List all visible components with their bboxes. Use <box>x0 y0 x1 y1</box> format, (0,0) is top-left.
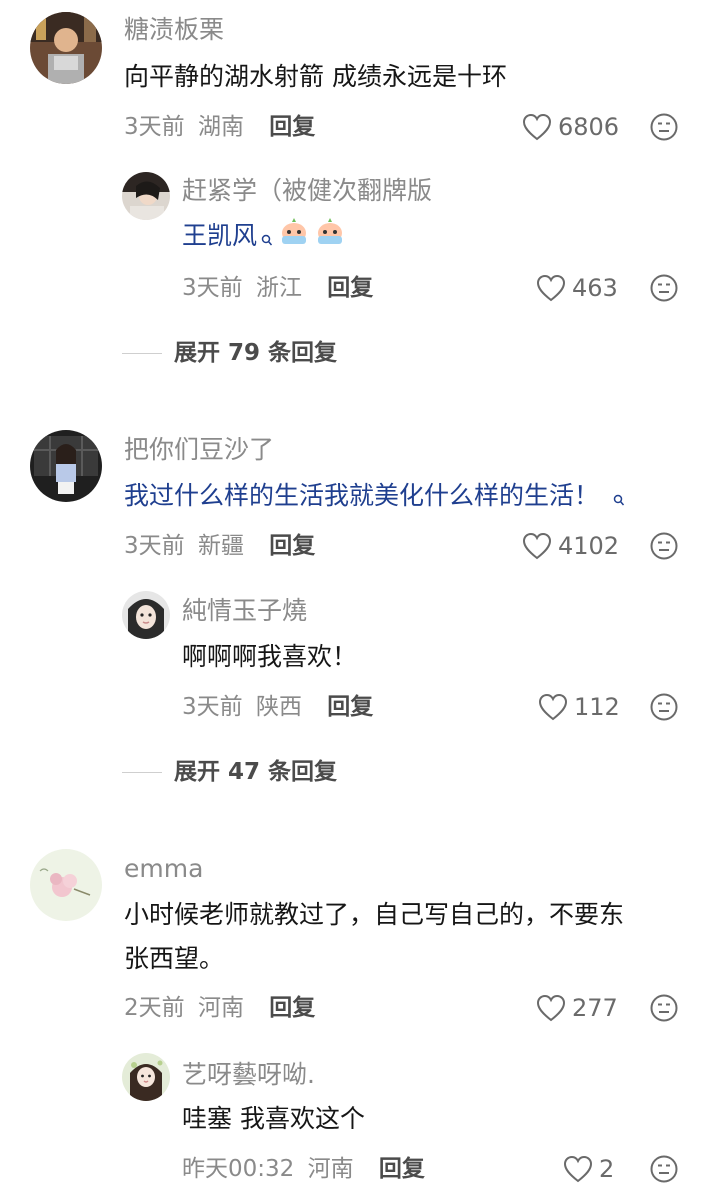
comment-meta: 3天前 湖南 回复 <box>124 110 315 144</box>
like-count: 112 <box>574 693 620 721</box>
like-count: 6806 <box>558 113 620 141</box>
heart-icon <box>522 532 552 560</box>
reply-button[interactable]: 回复 <box>269 995 315 1021</box>
like-button[interactable]: 277 <box>536 991 618 1025</box>
reply-button[interactable]: 回复 <box>269 114 315 140</box>
heart-icon <box>522 113 552 141</box>
dislike-face-icon <box>650 274 678 302</box>
dislike-face-icon <box>650 113 678 141</box>
reply-button[interactable]: 回复 <box>379 1156 425 1182</box>
dislike-button[interactable] <box>649 531 679 561</box>
like-count: 277 <box>572 994 618 1022</box>
expand-replies-button[interactable]: 展开 47 条回复 <box>122 755 337 789</box>
reply-username[interactable]: 純情玉子燒 <box>182 594 307 628</box>
like-count: 463 <box>572 274 618 302</box>
avatar-image <box>30 849 102 921</box>
reply-text: 王凯风 <box>182 215 345 261</box>
comment-username[interactable]: 把你们豆沙了 <box>124 433 274 467</box>
avatar-image <box>30 12 102 84</box>
avatar-image <box>122 591 170 639</box>
reply-meta: 昨天00:32 河南 回复 <box>182 1152 425 1186</box>
like-count: 4102 <box>558 532 620 560</box>
reply-time: 昨天00:32 <box>182 1156 295 1182</box>
reply-time: 3天前 <box>182 694 243 720</box>
reply-meta: 3天前 陕西 回复 <box>182 690 373 724</box>
reply-button[interactable]: 回复 <box>327 275 373 301</box>
comment-location: 新疆 <box>197 533 244 559</box>
reply-meta: 3天前 浙江 回复 <box>182 271 373 305</box>
comment-meta: 2天前 河南 回复 <box>124 991 315 1025</box>
comment-username[interactable]: emma <box>124 852 203 886</box>
reply-location: 陕西 <box>255 694 302 720</box>
comment-text-line: 张西望。 <box>124 944 225 973</box>
like-button[interactable]: 6806 <box>522 110 619 144</box>
comment-time: 3天前 <box>124 114 185 140</box>
reply-button[interactable]: 回复 <box>269 533 315 559</box>
reply-location: 浙江 <box>255 275 302 301</box>
avatar[interactable] <box>30 12 102 84</box>
search-icon <box>261 219 273 261</box>
search-icon <box>613 479 625 521</box>
reply-time: 3天前 <box>182 275 243 301</box>
crying-emoji-icon <box>315 216 345 259</box>
reply-avatar[interactable] <box>122 1053 170 1101</box>
dislike-face-icon <box>650 532 678 560</box>
avatar[interactable] <box>30 430 102 502</box>
dislike-button[interactable] <box>649 993 679 1023</box>
heart-icon <box>563 1155 593 1183</box>
like-button[interactable]: 2 <box>563 1152 614 1186</box>
reply-text: 哇塞 我喜欢这个 <box>182 1104 365 1133</box>
reply-location: 河南 <box>307 1156 354 1182</box>
heart-icon <box>538 693 568 721</box>
like-count: 2 <box>599 1155 615 1183</box>
comment-text-line: 小时候老师就教过了，自己写自己的，不要东 <box>124 900 625 929</box>
comment-location: 河南 <box>197 995 244 1021</box>
dislike-face-icon <box>650 693 678 721</box>
like-button[interactable]: 4102 <box>522 529 619 563</box>
comment-text: 向平静的湖水射箭 成绩永远是十环 <box>124 62 507 91</box>
dislike-button[interactable] <box>649 112 679 142</box>
heart-icon <box>536 274 566 302</box>
avatar-image <box>122 172 170 220</box>
reply-text-link[interactable]: 王凯风 <box>182 221 257 250</box>
divider-line <box>122 352 162 354</box>
comment-username[interactable]: 糖渍板栗 <box>124 13 224 47</box>
reply-avatar[interactable] <box>122 591 170 639</box>
dislike-button[interactable] <box>649 692 679 722</box>
heart-icon <box>536 994 566 1022</box>
comment-text: 我过什么样的生活我就美化什么样的生活！ <box>124 475 625 521</box>
reply-button[interactable]: 回复 <box>327 694 373 720</box>
reply-username[interactable]: 赶紧学（被健次翻牌版 <box>182 174 432 208</box>
comment-location: 湖南 <box>197 114 244 140</box>
expand-replies-label: 展开 47 条回复 <box>174 759 338 785</box>
expand-replies-label: 展开 79 条回复 <box>174 340 338 366</box>
avatar-image <box>30 430 102 502</box>
reply-username[interactable]: 艺呀藝呀呦. <box>182 1058 315 1092</box>
crying-emoji-icon <box>279 216 309 259</box>
comment-time: 2天前 <box>124 995 185 1021</box>
comment-meta: 3天前 新疆 回复 <box>124 529 315 563</box>
dislike-button[interactable] <box>649 273 679 303</box>
reply-text: 啊啊啊我喜欢！ <box>182 642 358 671</box>
dislike-button[interactable] <box>649 1154 679 1184</box>
like-button[interactable]: 112 <box>538 690 620 724</box>
dislike-face-icon <box>650 994 678 1022</box>
reply-avatar[interactable] <box>122 172 170 220</box>
avatar[interactable] <box>30 849 102 921</box>
divider-line <box>122 771 162 773</box>
comment-text-link[interactable]: 我过什么样的生活我就美化什么样的生活！ <box>124 481 599 510</box>
dislike-face-icon <box>650 1155 678 1183</box>
expand-replies-button[interactable]: 展开 79 条回复 <box>122 336 337 370</box>
comment-time: 3天前 <box>124 533 185 559</box>
avatar-image <box>122 1053 170 1101</box>
like-button[interactable]: 463 <box>536 271 618 305</box>
